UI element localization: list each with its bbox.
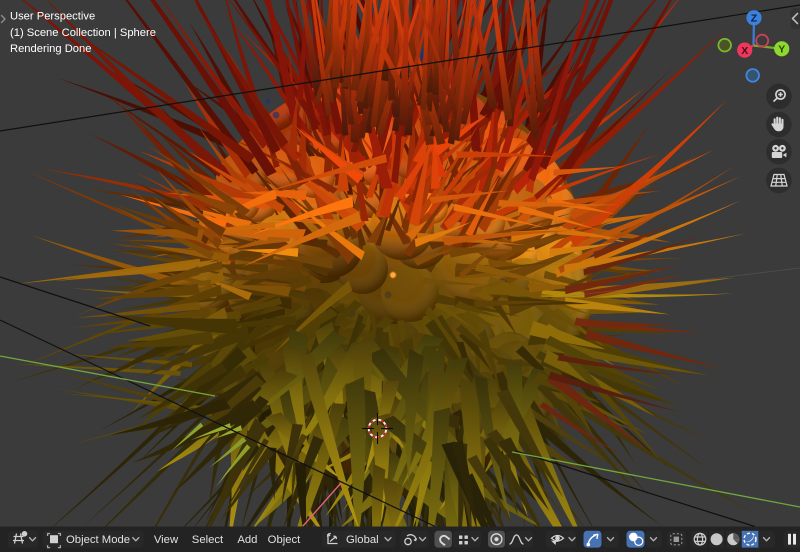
svg-text:Object Mode: Object Mode [66, 534, 130, 546]
svg-text:Z: Z [751, 13, 758, 25]
svg-text:Rendering Done: Rendering Done [10, 43, 91, 55]
svg-text:Y: Y [778, 44, 785, 56]
svg-text:Global: Global [346, 534, 379, 546]
svg-text:Select: Select [192, 534, 224, 546]
svg-text:Add: Add [237, 534, 257, 546]
svg-text:X: X [741, 45, 748, 57]
svg-text:View: View [154, 534, 179, 546]
svg-text:Object: Object [268, 534, 302, 546]
svg-text:(1) Scene Collection | Sphere: (1) Scene Collection | Sphere [10, 27, 156, 39]
svg-text:User Perspective: User Perspective [10, 11, 95, 23]
